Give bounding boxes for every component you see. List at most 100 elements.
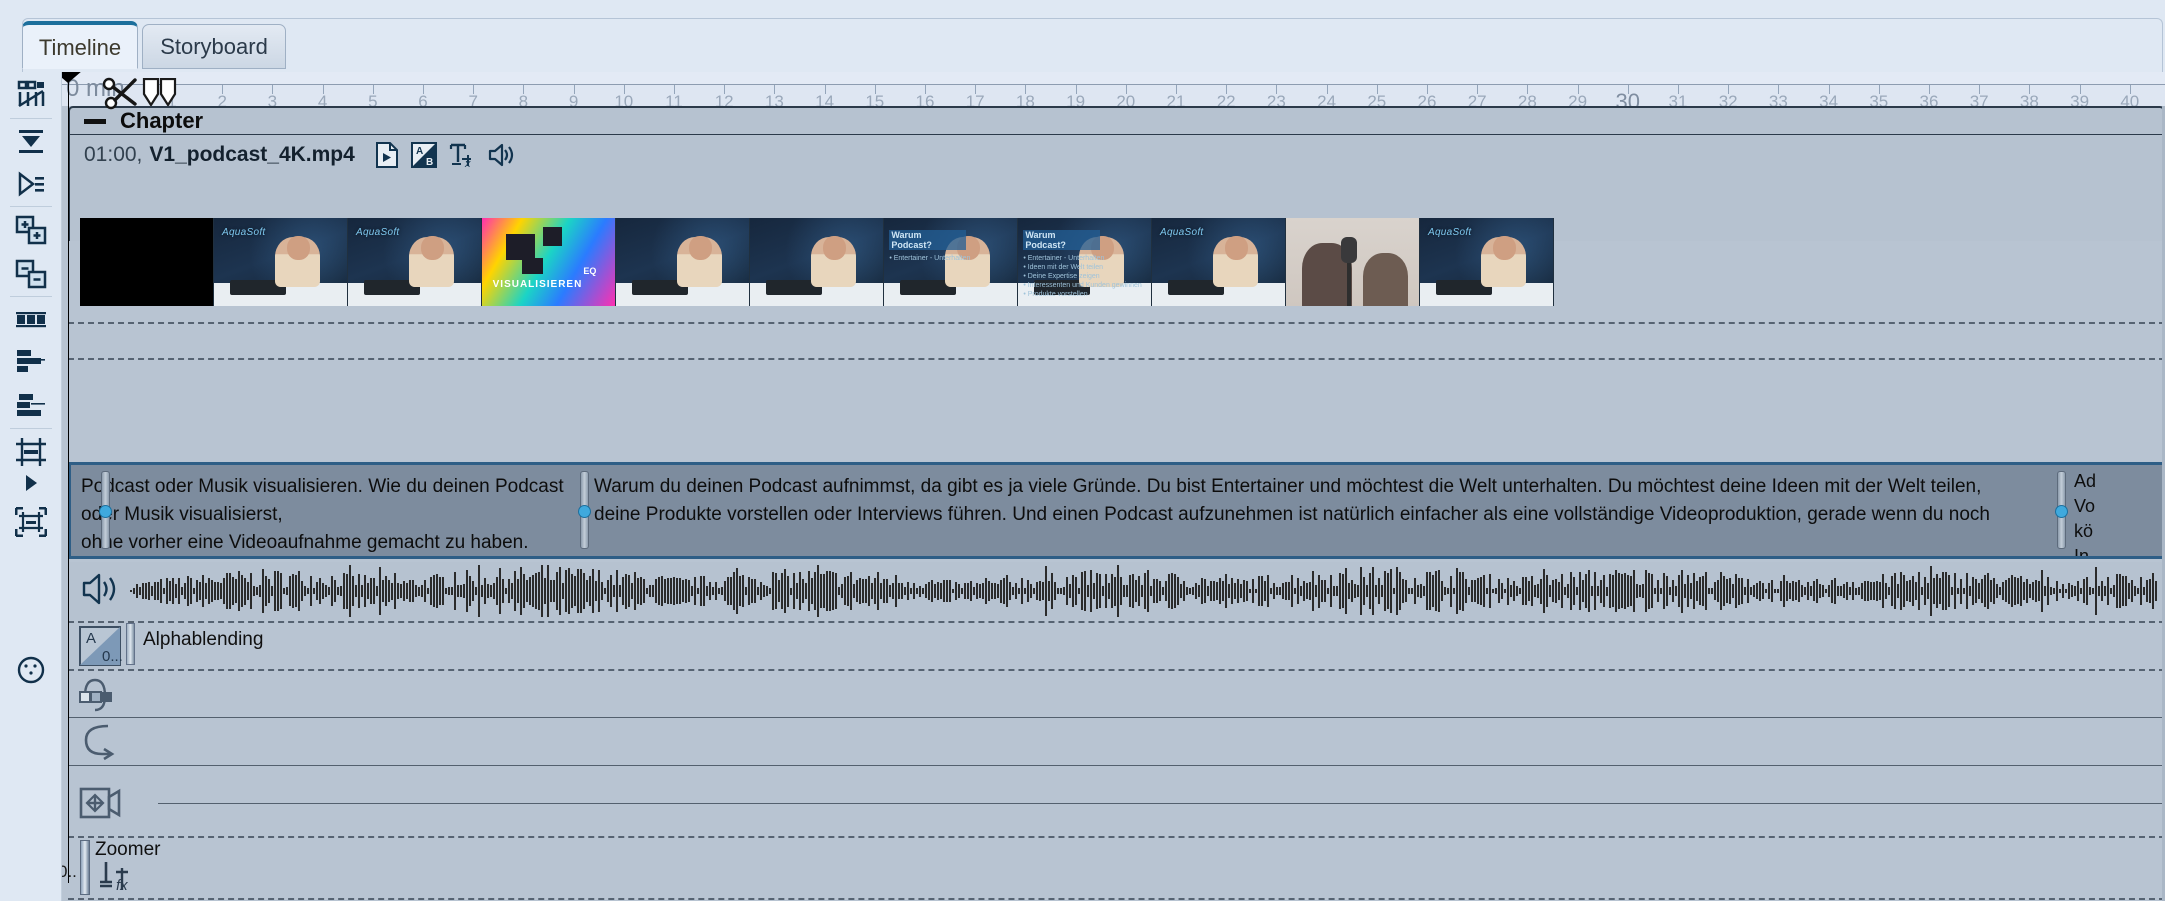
alphablending-keyframe-bar[interactable] [126, 623, 135, 665]
svg-text:fx: fx [116, 877, 128, 894]
waveform-bar [508, 579, 510, 602]
waveform-bar [208, 578, 210, 604]
waveform-bar [1636, 584, 1638, 598]
fit-selection-icon[interactable] [7, 430, 55, 474]
subtitle-track[interactable]: Podcast oder Musik visualisieren. Wie du… [68, 462, 2165, 559]
scissors-icon[interactable] [102, 76, 138, 115]
tab-storyboard[interactable]: Storyboard [142, 24, 286, 69]
thumbnail-slide-bullet: Entertainer - Unterhalten [889, 255, 966, 262]
zoomer-keyframe-bar[interactable] [80, 840, 90, 895]
waveform-bar [1471, 580, 1473, 601]
insert-objects-icon[interactable] [7, 72, 55, 116]
add-track-icon[interactable] [7, 208, 55, 252]
chapter-header[interactable]: Chapter [68, 106, 2165, 134]
expand-track-icon[interactable] [7, 162, 55, 206]
subtitle-segment-3[interactable]: Ad Vo kö In [2064, 465, 2164, 556]
tab-timeline[interactable]: Timeline [22, 21, 138, 69]
clip-thumbnail[interactable] [1286, 218, 1420, 306]
subtitle-keyframe-dot-3[interactable] [2055, 505, 2068, 518]
waveform-bar [919, 586, 921, 597]
remove-track-icon[interactable] [7, 252, 55, 296]
waveform-bar [1237, 579, 1239, 603]
playhead[interactable] [68, 72, 69, 883]
collapse-icon[interactable] [84, 119, 106, 124]
waveform-bar [340, 586, 342, 596]
filmstrip-view-icon[interactable] [7, 298, 55, 342]
clip-duration: 01:00, [84, 143, 142, 167]
motion-path-track[interactable] [68, 671, 2165, 717]
waveform-bar [2053, 588, 2055, 595]
thumbnail-logo: AquaSoft [356, 227, 400, 238]
clip-thumbnail[interactable]: AquaSoft [348, 218, 482, 306]
text-effects-icon[interactable]: x [449, 142, 475, 168]
waveform-bar [1837, 586, 1839, 596]
waveform-bar [2140, 577, 2142, 606]
waveform-bar [526, 580, 528, 601]
alphablending-track[interactable]: A 0... Alphablending [68, 623, 2165, 669]
clip-filename: V1_podcast_4K.mp4 [149, 143, 354, 167]
clip-thumbnail[interactable] [616, 218, 750, 306]
audio-waveform-track[interactable] [68, 562, 2165, 620]
clip-thumbnail[interactable]: AquaSoft [1152, 218, 1286, 306]
waveform-bar [487, 584, 489, 598]
time-ruler[interactable]: 1234567891011121314151617181920212223242… [62, 72, 2165, 106]
clip-thumbnail[interactable]: AquaSoft [214, 218, 348, 306]
waveform-bar [1384, 571, 1386, 612]
pan-camera-icon[interactable] [78, 781, 122, 830]
video-clip[interactable]: 01:00, V1_podcast_4K.mp4 [68, 134, 2165, 241]
waveform-bar [220, 583, 222, 599]
clip-thumbnail[interactable] [80, 218, 214, 306]
collapse-all-icon[interactable] [7, 120, 55, 164]
waveform-bar [1120, 577, 1122, 605]
waveform-bar [790, 588, 792, 595]
clip-thumbnail[interactable]: Warum Podcast?Entertainer - Unterhalten [884, 218, 1018, 306]
curve-icon[interactable] [78, 722, 120, 767]
zoomer-track[interactable]: Zoomer fx [68, 840, 2165, 898]
audio-waveform-icon[interactable] [80, 572, 124, 611]
zoomer-fx-icon[interactable]: fx [94, 860, 134, 901]
waveform-bar [1696, 581, 1698, 600]
waveform-bar [628, 575, 630, 607]
clock-icon[interactable] [7, 648, 55, 692]
waveform-bar [1066, 577, 1068, 605]
video-properties-icon[interactable] [375, 142, 399, 168]
split-marker-icon[interactable] [142, 78, 178, 111]
clip-thumbnail[interactable]: Warum Podcast?Entertainer - UnterhaltenI… [1018, 218, 1152, 306]
ab-transition-icon[interactable]: A B [411, 142, 437, 168]
waveform-bar [1849, 587, 1851, 594]
waveform-bar [1591, 586, 1593, 596]
subtitle-keyframe-dot-1[interactable] [99, 505, 112, 518]
curve-track[interactable] [68, 719, 2165, 765]
fit-all-icon[interactable] [7, 500, 55, 544]
waveform-bar [1774, 589, 1776, 593]
subtitle-segment-1[interactable]: Podcast oder Musik visualisieren. Wie du… [71, 465, 593, 556]
timeline-panel[interactable]: 1234567891011121314151617181920212223242… [62, 72, 2165, 901]
waveform-bar [1444, 587, 1446, 596]
waveform-bar [1393, 588, 1395, 594]
waveform-bar [547, 565, 549, 617]
waveform-bar [649, 585, 651, 597]
waveform-bar [1861, 583, 1863, 599]
waveform-bar [727, 577, 729, 605]
ab-transition-icon[interactable]: A 0... [78, 625, 126, 665]
pan-zoom-track[interactable] [68, 777, 2165, 833]
motion-path-icon[interactable] [78, 674, 120, 719]
clip-thumbnail-strip[interactable]: AquaSoft AquaSoft VISUALISIERENEQ Warum Pod… [80, 218, 2165, 306]
waveform-bar [1507, 578, 1509, 605]
waveform-bar [2134, 586, 2136, 596]
waveform-bar [1984, 575, 1986, 608]
play-icon[interactable] [7, 470, 55, 496]
subtitle-keyframe-dot-2[interactable] [578, 505, 591, 518]
track-layout-alt-icon[interactable] [7, 384, 55, 428]
waveform-bar [1987, 573, 1989, 609]
audio-volume-icon[interactable] [487, 142, 515, 168]
clip-thumbnail[interactable] [750, 218, 884, 306]
track-layout-icon[interactable] [7, 340, 55, 384]
waveform-bar [238, 571, 240, 610]
subtitle-segment-2[interactable]: Warum du deinen Podcast aufnimmst, da gi… [584, 465, 2066, 556]
waveform-bar [1351, 580, 1353, 602]
clip-thumbnail[interactable]: VISUALISIERENEQ [482, 218, 616, 306]
waveform-bar [1546, 575, 1548, 607]
clip-thumbnail[interactable]: AquaSoft [1420, 218, 1554, 306]
waveform-bar [934, 584, 936, 599]
